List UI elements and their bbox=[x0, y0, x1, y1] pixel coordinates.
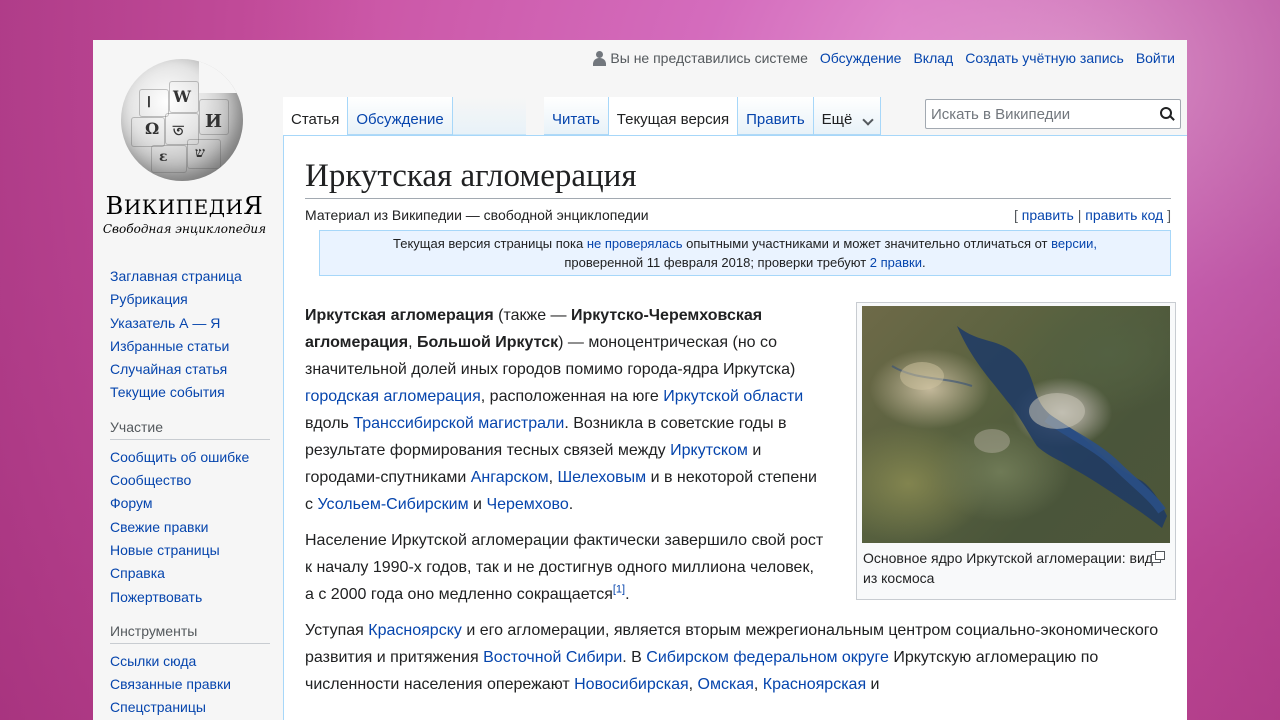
paragraph-3: Уступая Красноярску и его агломерации, я… bbox=[305, 622, 1159, 693]
anonymous-label: Вы не представились системе bbox=[610, 50, 808, 66]
article-content: Иркутская агломерация Материал из Википе… bbox=[283, 135, 1187, 720]
sidebar-item-new-pages[interactable]: Новые страницы bbox=[110, 542, 220, 558]
personal-link-create-account[interactable]: Создать учётную запись bbox=[965, 50, 1124, 66]
edit-links: [ править | править код ] bbox=[1013, 207, 1171, 223]
satellite-image[interactable] bbox=[862, 306, 1170, 543]
tab-article[interactable]: Статья bbox=[283, 97, 349, 135]
tab-talk[interactable]: Обсуждение bbox=[348, 97, 453, 135]
sidebar-item-forum[interactable]: Форум bbox=[110, 495, 153, 511]
tab-read[interactable]: Читать bbox=[544, 97, 609, 135]
sidebar: Заглавная страница Рубрикация Указатель … bbox=[110, 265, 270, 720]
personal-link-login[interactable]: Войти bbox=[1136, 50, 1175, 66]
view-tabs: Читать Текущая версия Править Ещё bbox=[544, 97, 882, 135]
edit-link[interactable]: править bbox=[1022, 207, 1074, 223]
search-input[interactable] bbox=[926, 101, 1152, 127]
sidebar-heading-participation: Участие bbox=[110, 419, 270, 440]
sidebar-item-random[interactable]: Случайная статья bbox=[110, 361, 227, 377]
user-icon bbox=[593, 50, 607, 66]
link-irkutsk-oblast[interactable]: Иркутской области bbox=[663, 388, 803, 405]
personal-tools: Вы не представились системе Обсуждение В… bbox=[593, 50, 1175, 66]
sidebar-tools: Ссылки сюда Связанные правки Спецстраниц… bbox=[110, 650, 270, 720]
article-body: Основное ядро Иркутской агломерации: вид… bbox=[305, 302, 1176, 698]
link-siberian-federal-district[interactable]: Сибирском федеральном округе bbox=[646, 649, 889, 666]
sidebar-navigation: Заглавная страница Рубрикация Указатель … bbox=[110, 265, 270, 405]
reference-1[interactable]: [1] bbox=[613, 584, 625, 596]
anonymous-user: Вы не представились системе bbox=[593, 50, 808, 66]
tab-more[interactable]: Ещё bbox=[813, 97, 882, 135]
personal-link-contributions[interactable]: Вклад bbox=[913, 50, 953, 66]
site-subtitle: Материал из Википедии — свободной энцикл… bbox=[305, 207, 649, 223]
link-east-siberia[interactable]: Восточной Сибири bbox=[483, 649, 622, 666]
wikipedia-page: Вы не представились системе Обсуждение В… bbox=[93, 40, 1187, 720]
search-icon[interactable] bbox=[1152, 100, 1180, 128]
sidebar-item-special-pages[interactable]: Спецстраницы bbox=[110, 699, 206, 715]
search-box bbox=[925, 99, 1181, 129]
image-thumbnail: Основное ядро Иркутской агломерации: вид… bbox=[856, 302, 1176, 600]
namespace-tabs: Статья Обсуждение bbox=[283, 97, 526, 135]
paragraph-2: Население Иркутской агломерации фактичес… bbox=[305, 532, 824, 603]
link-shelekhov[interactable]: Шелеховым bbox=[558, 469, 647, 486]
wikipedia-tagline: Свободная энциклопедия bbox=[102, 222, 267, 236]
puzzle-globe-icon: ا W Ω ত И ε ש bbox=[121, 59, 243, 181]
link-novosibirsk[interactable]: Новосибирская bbox=[574, 676, 689, 693]
wikipedia-wordmark: ВИКИПЕДИЯ bbox=[105, 192, 264, 220]
sidebar-item-categories[interactable]: Рубрикация bbox=[110, 291, 188, 307]
image-caption: Основное ядро Иркутской агломерации: вид… bbox=[860, 543, 1172, 593]
sidebar-item-donate[interactable]: Пожертвовать bbox=[110, 589, 202, 605]
link-cheremkhovo[interactable]: Черемхово bbox=[486, 496, 568, 513]
sidebar-heading-tools: Инструменты bbox=[110, 623, 270, 644]
personal-link-talk[interactable]: Обсуждение bbox=[820, 50, 902, 66]
link-urban-agglomeration[interactable]: городская агломерация bbox=[305, 388, 481, 405]
link-krasnoyarsk-agglomeration[interactable]: Красноярская bbox=[763, 676, 866, 693]
review-notice: Текущая версия страницы пока не проверял… bbox=[319, 230, 1171, 276]
link-irkutsk[interactable]: Иркутском bbox=[670, 442, 748, 459]
tab-edit[interactable]: Править bbox=[738, 97, 814, 135]
wikipedia-logo[interactable]: ا W Ω ত И ε ש ВИКИПЕДИЯ Свободная энцикл… bbox=[93, 52, 276, 236]
sidebar-item-help[interactable]: Справка bbox=[110, 565, 165, 581]
enlarge-icon[interactable] bbox=[1151, 551, 1165, 563]
sidebar-item-current-events[interactable]: Текущие события bbox=[110, 384, 225, 400]
link-usolye-sibirskoye[interactable]: Усольем-Сибирским bbox=[317, 496, 468, 513]
page-title: Иркутская агломерация bbox=[305, 156, 1171, 199]
sidebar-item-community[interactable]: Сообщество bbox=[110, 472, 191, 488]
link-krasnoyarsk[interactable]: Красноярску bbox=[368, 622, 462, 639]
notice-link-pending-edits[interactable]: 2 правки bbox=[870, 255, 922, 270]
link-trans-siberian-railway[interactable]: Транссибирской магистрали bbox=[353, 415, 564, 432]
link-omsk[interactable]: Омская bbox=[698, 676, 754, 693]
sidebar-item-recent-changes[interactable]: Свежие правки bbox=[110, 519, 208, 535]
sidebar-item-main-page[interactable]: Заглавная страница bbox=[110, 268, 242, 284]
sidebar-participation: Сообщить об ошибке Сообщество Форум Свеж… bbox=[110, 446, 270, 609]
notice-link-version[interactable]: версии, bbox=[1051, 236, 1097, 251]
edit-source-link[interactable]: править код bbox=[1085, 207, 1163, 223]
link-angarsk[interactable]: Ангарском bbox=[471, 469, 549, 486]
sidebar-item-featured[interactable]: Избранные статьи bbox=[110, 338, 229, 354]
notice-link-not-reviewed[interactable]: не проверялась bbox=[587, 236, 683, 251]
tab-current-version[interactable]: Текущая версия bbox=[608, 97, 739, 135]
sidebar-item-related-changes[interactable]: Связанные правки bbox=[110, 676, 231, 692]
sidebar-item-what-links-here[interactable]: Ссылки сюда bbox=[110, 653, 196, 669]
paragraph-1: Иркутская агломерация (также — Иркутско-… bbox=[305, 307, 817, 513]
sidebar-item-index[interactable]: Указатель А — Я bbox=[110, 315, 220, 331]
sidebar-item-report-error[interactable]: Сообщить об ошибке bbox=[110, 449, 249, 465]
chevron-down-icon bbox=[862, 114, 875, 126]
